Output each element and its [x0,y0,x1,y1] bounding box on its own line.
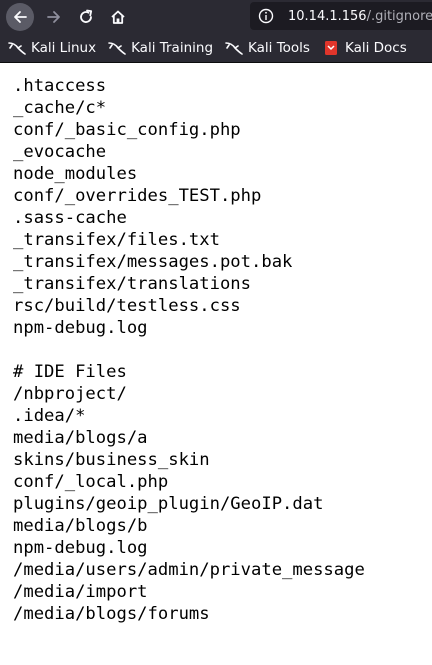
file-line: _evocache [13,142,107,162]
file-line: conf/_local.php [13,472,169,492]
file-line: .sass-cache [13,208,127,228]
file-line: _transifex/files.txt [13,230,220,250]
reload-icon [80,9,93,23]
file-line: rsc/build/testless.css [13,296,241,316]
kali-dragon-icon [8,42,26,55]
file-line: npm-debug.log [13,318,148,338]
back-button[interactable] [6,3,34,31]
file-line: plugins/geoip_plugin/GeoIP.dat [13,494,324,514]
bookmark-label: Kali Tools [248,40,310,56]
navigation-toolbar: 10.14.1.156/.gitignore [0,0,432,34]
file-line: .idea/* [13,406,86,426]
bookmark-kali-docs[interactable]: Kali Docs [314,36,411,60]
home-icon [111,10,125,24]
file-line: skins/business_skin [13,450,210,470]
bookmark-kali-tools[interactable]: Kali Tools [217,36,314,60]
kali-docs-icon [324,41,337,55]
url-host: 10.14.1.156 [288,8,367,24]
file-line: _transifex/translations [13,274,251,294]
site-info-icon[interactable] [258,8,274,24]
file-line: conf/_overrides_TEST.php [13,186,262,206]
file-line: /media/import [13,582,148,602]
file-line: _transifex/messages.pot.bak [13,252,293,272]
bookmark-label: Kali Docs [344,40,407,56]
file-line: npm-debug.log [13,538,148,558]
file-content: .htaccess _cache/c* conf/_basic_config.php… [13,75,365,625]
file-line: node_modules [13,164,138,184]
file-line: media/blogs/b [13,516,148,536]
arrow-right-icon [47,11,60,23]
file-line: /media/users/admin/private_message [13,560,365,580]
home-button[interactable] [104,3,132,31]
url-path: /.gitignore [366,8,432,24]
bookmark-kali-training[interactable]: Kali Training [100,36,217,60]
bookmarks-toolbar: Kali Linux Kali Training Kali Tools Kali… [0,34,432,63]
bookmark-label: Kali Linux [31,40,97,56]
kali-dragon-icon [225,42,243,55]
kali-dragon-icon [108,42,126,55]
file-line: # IDE Files [13,362,127,382]
arrow-left-icon [14,11,27,23]
bookmark-label: Kali Training [131,40,214,56]
forward-button[interactable] [40,3,68,31]
reload-button[interactable] [72,3,100,31]
url-text[interactable]: 10.14.1.156/.gitignore [288,9,432,24]
file-line: .htaccess [13,76,107,96]
file-line: /media/blogs/forums [13,604,210,624]
file-line: /nbproject/ [13,384,127,404]
bookmark-kali-linux[interactable]: Kali Linux [0,36,100,60]
address-bar[interactable]: 10.14.1.156/.gitignore [250,2,432,30]
file-line: media/blogs/a [13,428,148,448]
file-line: _cache/c* [13,98,107,118]
file-line: conf/_basic_config.php [13,120,241,140]
